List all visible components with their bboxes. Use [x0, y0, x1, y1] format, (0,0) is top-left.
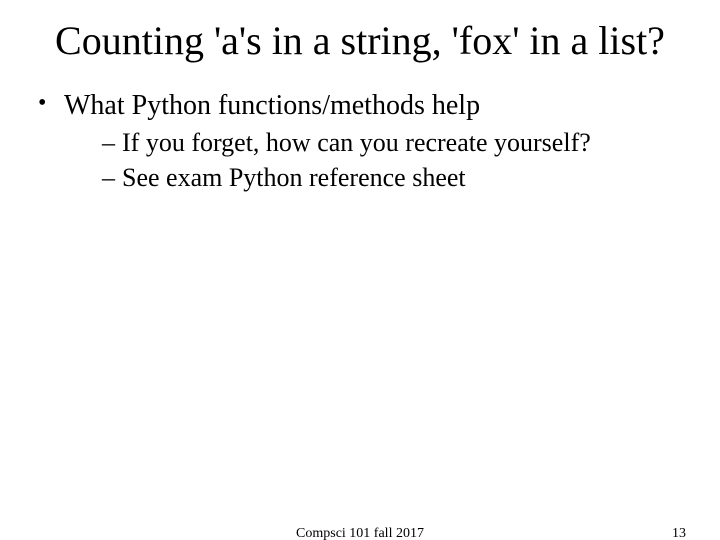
bullet-list: What Python functions/methods help If yo… [30, 88, 690, 194]
bullet-item: What Python functions/methods help If yo… [30, 88, 690, 194]
sub-item: See exam Python reference sheet [102, 162, 690, 195]
bullet-text: What Python functions/methods help [64, 90, 480, 121]
slide-body: What Python functions/methods help If yo… [0, 64, 720, 194]
slide: Counting 'a's in a string, 'fox' in a li… [0, 0, 720, 540]
sub-item: If you forget, how can you recreate your… [102, 127, 690, 160]
slide-title: Counting 'a's in a string, 'fox' in a li… [0, 0, 720, 64]
sub-list: If you forget, how can you recreate your… [64, 127, 690, 194]
footer-center: Compsci 101 fall 2017 [0, 526, 720, 540]
page-number: 13 [672, 526, 686, 540]
